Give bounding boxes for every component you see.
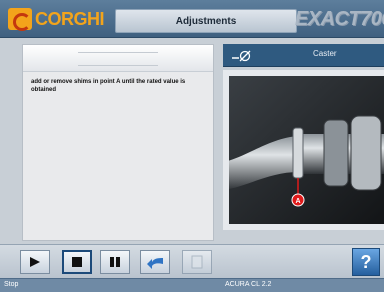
caster-label: Caster: [313, 49, 337, 58]
brand-logo: EXACT700: [295, 8, 384, 31]
pause-button[interactable]: [100, 250, 130, 274]
brand-name: EXACT: [294, 8, 361, 30]
help-button[interactable]: ?: [352, 248, 380, 276]
corghi-logo: CORGHI: [8, 7, 105, 31]
back-arrow-icon: [147, 258, 163, 269]
top-bar: CORGHI Adjustments EXACT700: [0, 0, 384, 38]
stop-button[interactable]: [62, 250, 92, 274]
blank-button[interactable]: [182, 250, 212, 274]
status-bar: Stop ACURA CL 2.2: [0, 278, 384, 292]
logo-text: CORGHI: [35, 8, 105, 29]
status-vehicle: ACURA CL 2.2: [225, 281, 272, 288]
point-a-label: A: [295, 198, 300, 205]
document-icon: [191, 255, 203, 269]
measurement-header: Caster: [223, 44, 384, 67]
stop-icon: [72, 257, 82, 267]
brand-model: 700: [360, 8, 384, 30]
status-state: Stop: [4, 281, 19, 288]
bottom-toolbar: ?: [0, 244, 384, 278]
page-title: Adjustments: [115, 9, 297, 33]
caster-angle-icon: [231, 48, 253, 62]
play-icon: [30, 257, 40, 267]
instruction-text: add or remove shims in point A until the…: [31, 79, 186, 93]
header-decoration: [78, 52, 158, 66]
logo-mark-icon: [8, 8, 32, 31]
play-button[interactable]: [20, 250, 50, 274]
suspension-diagram: A: [223, 70, 384, 230]
back-button[interactable]: [140, 250, 170, 274]
instruction-panel: add or remove shims in point A until the…: [22, 44, 214, 241]
pause-icon: [110, 257, 120, 267]
